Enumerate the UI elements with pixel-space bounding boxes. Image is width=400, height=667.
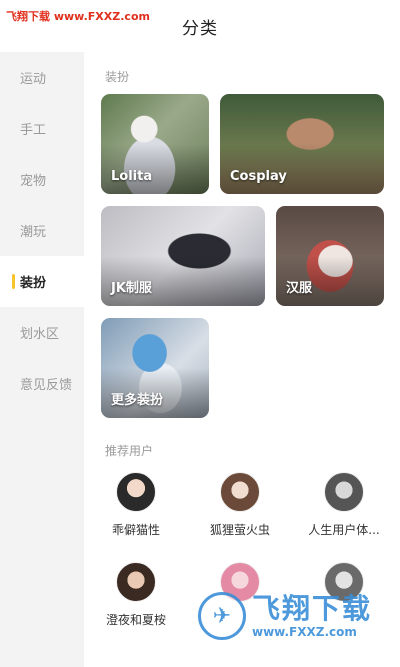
- watermark-url: www.FXXZ.com: [252, 625, 357, 639]
- user-name: 乖僻猫性: [111, 523, 160, 537]
- category-card-hanfu[interactable]: 汉服: [276, 206, 384, 306]
- recommended-user[interactable]: 乖僻猫性: [84, 472, 188, 538]
- section-title-dressup: 装扮: [105, 70, 130, 84]
- card-label: 汉服: [286, 281, 313, 296]
- sidebar-item-dressup[interactable]: 装扮: [0, 256, 84, 307]
- watermark-brand: 飞翔下载: [252, 592, 373, 625]
- user-name: 狐狸萤火虫: [209, 523, 270, 537]
- sidebar-item-label: 装扮: [20, 276, 47, 291]
- sidebar-item-label: 意见反馈: [20, 378, 73, 393]
- avatar: [324, 472, 364, 512]
- sidebar-item-handcraft[interactable]: 手工: [0, 103, 84, 154]
- avatar: [220, 472, 260, 512]
- sidebar-item-label: 手工: [20, 123, 47, 138]
- watermark-logo: ✈ 飞翔下载 www.FXXZ.com: [198, 592, 372, 640]
- card-label: JK制服: [111, 281, 152, 296]
- sidebar-item-trendy-toys[interactable]: 潮玩: [0, 205, 84, 256]
- user-name: 人生用户体...: [308, 523, 380, 537]
- recommended-user[interactable]: 狐狸萤火虫: [188, 472, 292, 538]
- fxxz-logo-icon: ✈: [198, 592, 246, 640]
- category-card-more-dressup[interactable]: 更多装扮: [101, 318, 209, 418]
- sidebar-item-pets[interactable]: 宠物: [0, 154, 84, 205]
- sidebar-item-label: 运动: [20, 72, 47, 87]
- watermark-top-text: 飞翔下载 www.FXXZ.com: [6, 10, 150, 23]
- category-card-jk-uniform[interactable]: JK制服: [101, 206, 265, 306]
- category-sidebar: 运动 手工 宠物 潮玩 装扮 划水区 意见反馈: [0, 52, 84, 667]
- sidebar-item-label: 宠物: [20, 174, 47, 189]
- user-name: 澄夜和夏桉: [105, 613, 166, 627]
- sidebar-item-label: 潮玩: [20, 225, 47, 240]
- section-title-recommended-users: 推荐用户: [105, 444, 154, 458]
- category-content: 装扮 Lolita Cosplay JK制服 汉服 更多装扮 推荐用户 乖僻猫性…: [84, 52, 400, 667]
- page-title: 分类: [182, 18, 218, 39]
- recommended-user[interactable]: 人生用户体...: [292, 472, 396, 538]
- sidebar-item-label: 划水区: [20, 327, 60, 342]
- avatar: [116, 472, 156, 512]
- sidebar-item-feedback[interactable]: 意见反馈: [0, 358, 84, 409]
- category-card-lolita[interactable]: Lolita: [101, 94, 209, 194]
- sidebar-item-sports[interactable]: 运动: [0, 52, 84, 103]
- sidebar-item-slacking[interactable]: 划水区: [0, 307, 84, 358]
- category-card-cosplay[interactable]: Cosplay: [220, 94, 384, 194]
- card-label: Lolita: [111, 169, 153, 184]
- card-label: Cosplay: [230, 169, 287, 184]
- card-label: 更多装扮: [111, 393, 164, 408]
- recommended-user[interactable]: 澄夜和夏桉: [84, 562, 188, 628]
- active-indicator: [12, 274, 15, 289]
- avatar: [116, 562, 156, 602]
- main-layout: 运动 手工 宠物 潮玩 装扮 划水区 意见反馈 装扮 Lolita Cospla…: [0, 52, 400, 667]
